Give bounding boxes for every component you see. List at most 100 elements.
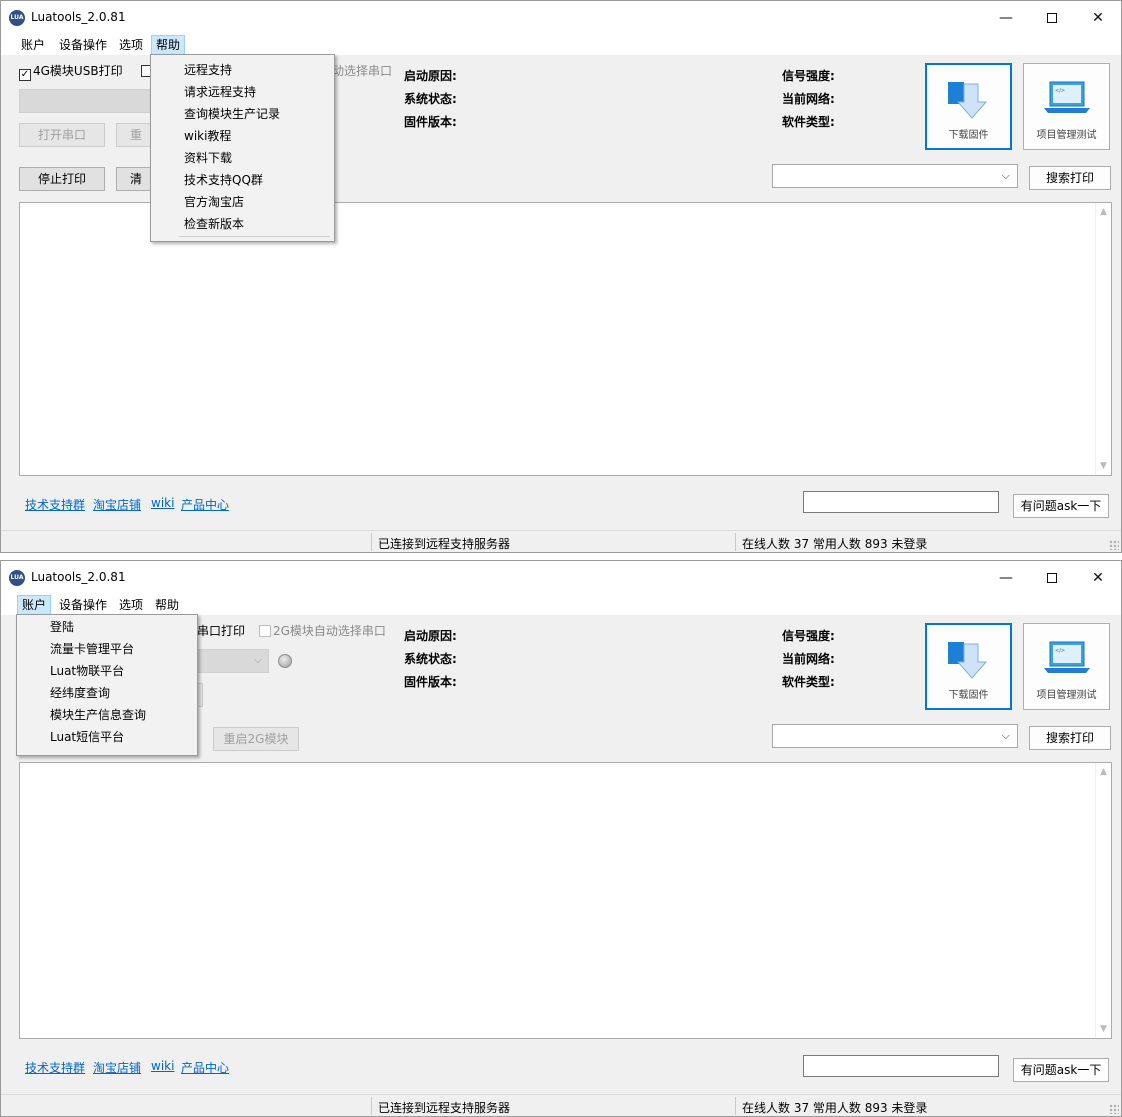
ask-button[interactable]: 有问题ask一下 xyxy=(1013,494,1109,518)
link-wiki[interactable]: wiki xyxy=(151,496,174,510)
log-scrollbar[interactable]: ▲ ▼ xyxy=(1095,763,1111,1038)
title-bar: LUA Luatools_2.0.81 — ✕ xyxy=(1,561,1121,595)
minimize-button[interactable]: — xyxy=(983,561,1029,595)
status-server: 已连接到远程支持服务器 xyxy=(378,1101,511,1115)
chevron-down-icon: ⌵ xyxy=(1001,729,1010,742)
link-support-group[interactable]: 技术支持群 xyxy=(25,496,85,513)
status-bar: 已连接到远程支持服务器 在线人数 37 常用人数 893 未登录 xyxy=(1,1094,1121,1116)
title-bar: LUA Luatools_2.0.81 — ✕ xyxy=(1,1,1121,35)
download-firmware-button[interactable]: 下载固件 xyxy=(925,63,1012,150)
menu-bar: 账户 设备操作 选项 帮助 xyxy=(1,35,1121,55)
menu-item-latlng-query[interactable]: 经纬度查询 xyxy=(50,683,110,703)
menu-item-luat-sms-platform[interactable]: Luat短信平台 xyxy=(50,727,124,747)
search-print-button[interactable]: 搜索打印 xyxy=(1029,726,1111,750)
open-serial-button[interactable]: 打开串口 xyxy=(19,123,105,147)
link-support-group[interactable]: 技术支持群 xyxy=(25,1059,85,1076)
menu-account[interactable]: 账户 xyxy=(17,35,49,55)
menu-item-taobao-store[interactable]: 官方淘宝店 xyxy=(184,192,244,212)
project-test-label: 项目管理测试 xyxy=(1036,130,1097,141)
window-help-menu-open: LUA Luatools_2.0.81 — ✕ 账户 设备操作 选项 帮助 ✓ 4… xyxy=(0,0,1122,553)
window-title: Luatools_2.0.81 xyxy=(31,570,126,584)
menu-item-sim-platform[interactable]: 流量卡管理平台 xyxy=(50,639,134,659)
ask-button[interactable]: 有问题ask一下 xyxy=(1013,1058,1109,1082)
app-logo-icon: LUA xyxy=(9,10,25,26)
maximize-button[interactable] xyxy=(1029,1,1075,35)
help-dropdown-menu: 远程支持 请求远程支持 查询模块生产记录 wiki教程 资料下载 技术支持QQ群… xyxy=(150,54,335,242)
menu-item-wiki-tutorial[interactable]: wiki教程 xyxy=(184,126,231,146)
laptop-code-icon: </> xyxy=(1044,641,1090,673)
resize-grip[interactable] xyxy=(1109,540,1119,550)
menu-item-qq-group[interactable]: 技术支持QQ群 xyxy=(184,170,263,190)
chevron-down-icon: ⌵ xyxy=(1001,169,1010,182)
stop-print-button[interactable]: 停止打印 xyxy=(19,167,105,191)
scroll-down-icon[interactable]: ▼ xyxy=(1100,461,1107,471)
link-wiki[interactable]: wiki xyxy=(151,1059,174,1073)
search-print-button[interactable]: 搜索打印 xyxy=(1029,166,1111,190)
current-network-label: 当前网络: xyxy=(782,92,835,106)
boot-reason-label: 启动原因: xyxy=(404,69,457,83)
checkbox-label: 4G模块USB打印 xyxy=(33,64,123,78)
status-divider xyxy=(735,533,736,551)
ask-input[interactable] xyxy=(803,491,999,513)
menu-options[interactable]: 选项 xyxy=(115,595,147,615)
menu-help[interactable]: 帮助 xyxy=(151,595,183,615)
menu-options[interactable]: 选项 xyxy=(115,35,147,55)
menu-item-luat-iot-platform[interactable]: Luat物联平台 xyxy=(50,661,124,681)
menu-help[interactable]: 帮助 xyxy=(151,35,186,55)
status-divider xyxy=(371,533,372,551)
software-type-label: 软件类型: xyxy=(782,675,835,689)
scroll-up-icon[interactable]: ▲ xyxy=(1100,767,1107,777)
system-status-label: 系统状态: xyxy=(404,92,457,106)
menu-item-query-production-record[interactable]: 查询模块生产记录 xyxy=(184,104,280,124)
download-arrow-icon xyxy=(948,82,988,119)
status-online: 在线人数 37 常用人数 893 未登录 xyxy=(742,537,928,551)
serial-port-combo[interactable]: ⌵ xyxy=(197,649,269,673)
menu-device[interactable]: 设备操作 xyxy=(55,35,111,55)
checkbox-label: 2G模块自动选择串口 xyxy=(273,624,386,638)
menu-item-resource-download[interactable]: 资料下载 xyxy=(184,148,232,168)
close-button[interactable]: ✕ xyxy=(1075,1,1121,35)
status-bar: 已连接到远程支持服务器 在线人数 37 常用人数 893 未登录 xyxy=(1,530,1121,552)
link-product-center[interactable]: 产品中心 xyxy=(181,496,229,513)
menu-account[interactable]: 账户 xyxy=(17,595,52,615)
log-scrollbar[interactable]: ▲ ▼ xyxy=(1095,203,1111,475)
menu-device[interactable]: 设备操作 xyxy=(55,595,111,615)
search-print-dropdown[interactable]: ⌵ xyxy=(772,724,1018,748)
app-logo-icon: LUA xyxy=(9,570,25,586)
menu-item-login[interactable]: 登陆 xyxy=(50,617,74,637)
log-output-area[interactable]: ▲ ▼ xyxy=(19,762,1112,1039)
usb-4g-checkbox[interactable]: ✓ 4G模块USB打印 xyxy=(19,63,123,81)
search-print-dropdown[interactable]: ⌵ xyxy=(772,164,1018,188)
svg-text:</>: </> xyxy=(1055,88,1065,94)
resize-grip[interactable] xyxy=(1109,1104,1119,1114)
link-taobao-shop[interactable]: 淘宝店铺 xyxy=(93,496,141,513)
status-divider xyxy=(735,1097,736,1115)
minimize-button[interactable]: — xyxy=(983,1,1029,35)
menu-bar: 账户 设备操作 选项 帮助 xyxy=(1,595,1121,615)
boot-reason-label: 启动原因: xyxy=(404,629,457,643)
close-button[interactable]: ✕ xyxy=(1075,561,1121,595)
ask-input[interactable] xyxy=(803,1055,999,1077)
serial-print-label-partial: 串口打印 xyxy=(197,624,246,638)
menu-item-request-remote-support[interactable]: 请求远程支持 xyxy=(184,82,256,102)
menu-item-check-update[interactable]: 检查新版本 xyxy=(184,214,244,234)
checkbox-box xyxy=(259,625,271,637)
scroll-down-icon[interactable]: ▼ xyxy=(1100,1024,1107,1034)
download-firmware-button[interactable]: 下载固件 xyxy=(925,623,1012,710)
firmware-version-label: 固件版本: xyxy=(404,675,457,689)
chevron-down-icon: ⌵ xyxy=(253,653,262,666)
log-output-area[interactable]: ▲ ▼ xyxy=(19,202,1112,476)
project-test-button[interactable]: </> 项目管理测试 xyxy=(1023,63,1110,150)
link-taobao-shop[interactable]: 淘宝店铺 xyxy=(93,1059,141,1076)
auto-select-2g-checkbox[interactable]: 2G模块自动选择串口 xyxy=(259,623,386,639)
account-dropdown-menu: 登陆 流量卡管理平台 Luat物联平台 经纬度查询 模块生产信息查询 Luat短… xyxy=(16,614,198,756)
scroll-up-icon[interactable]: ▲ xyxy=(1100,207,1107,217)
menu-item-remote-support[interactable]: 远程支持 xyxy=(184,60,232,80)
maximize-button[interactable] xyxy=(1029,561,1075,595)
link-product-center[interactable]: 产品中心 xyxy=(181,1059,229,1076)
menu-separator xyxy=(179,236,330,237)
window-title: Luatools_2.0.81 xyxy=(31,10,126,24)
menu-item-module-production-info[interactable]: 模块生产信息查询 xyxy=(50,705,146,725)
project-test-button[interactable]: </> 项目管理测试 xyxy=(1023,623,1110,710)
restart-2g-button[interactable]: 重启2G模块 xyxy=(213,727,299,751)
